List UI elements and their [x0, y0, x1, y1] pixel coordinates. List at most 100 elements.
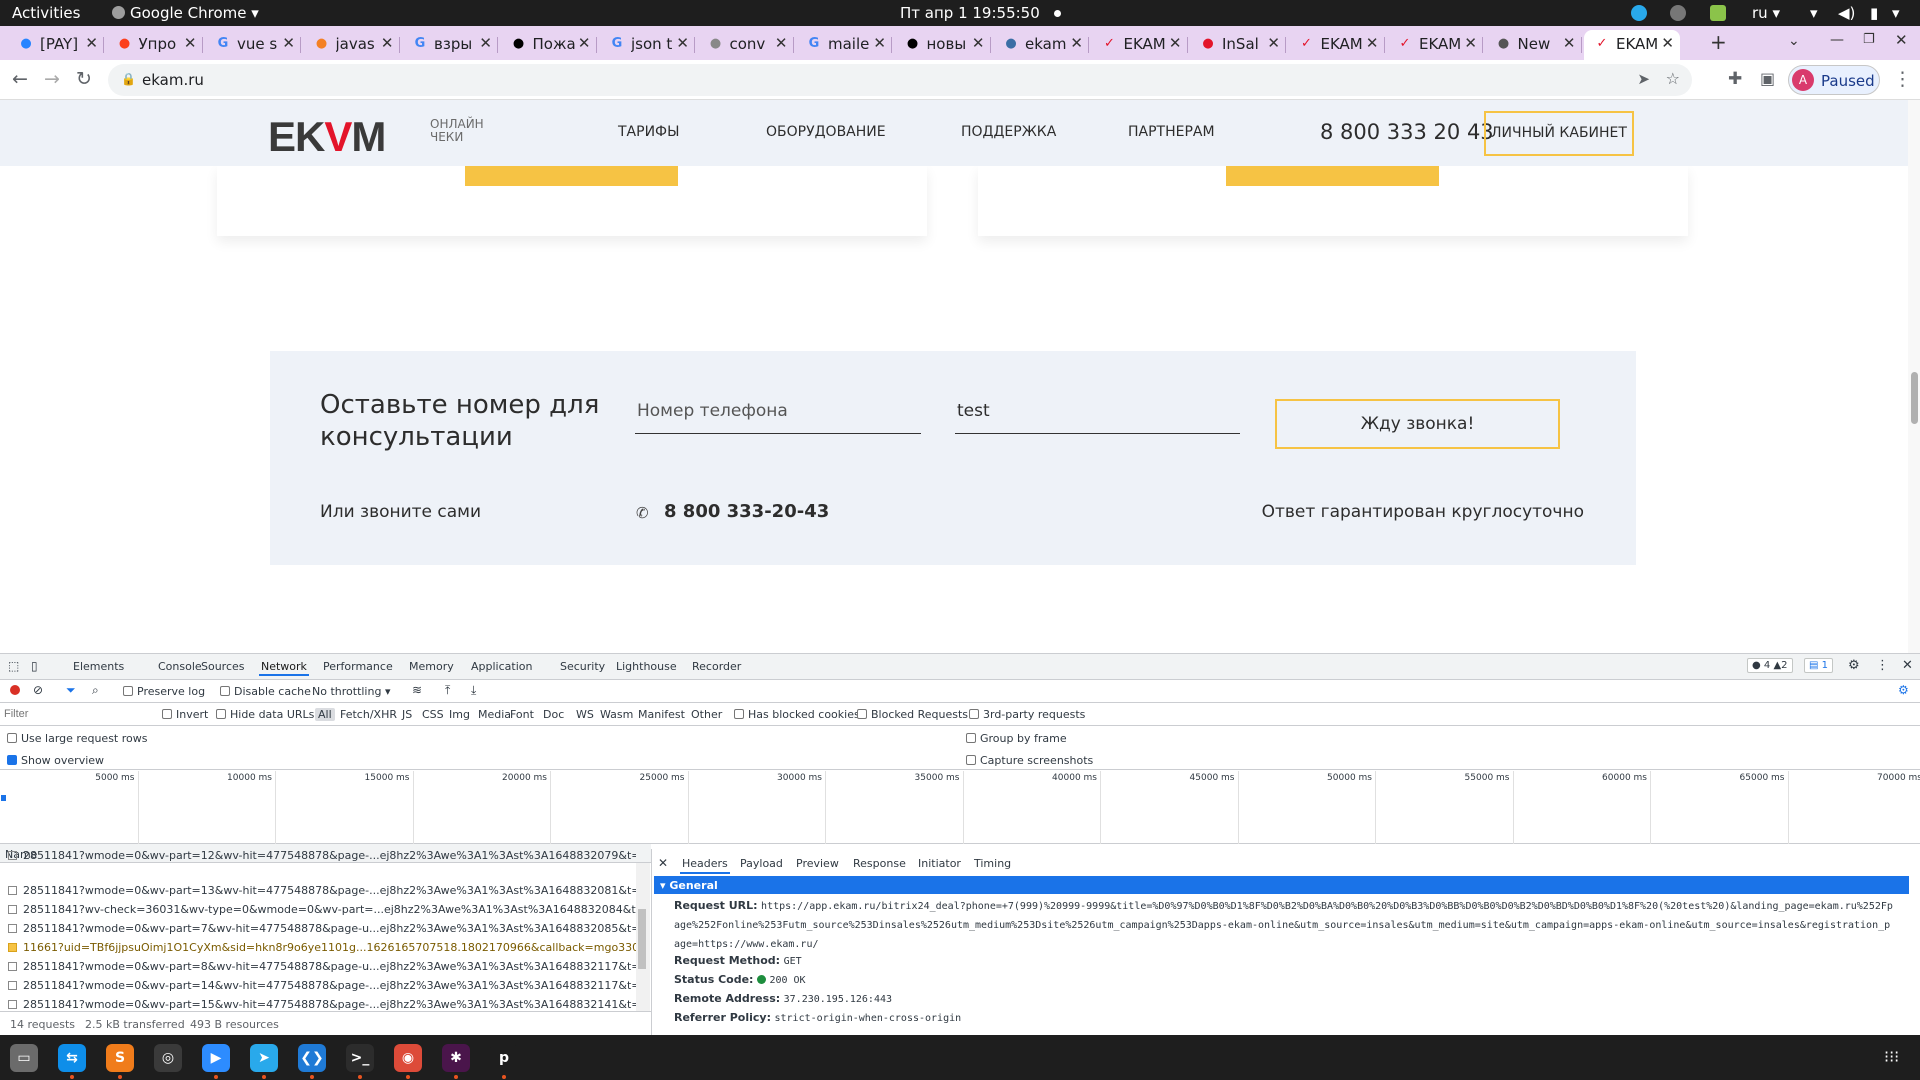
browser-tab[interactable]: Gmaile ✕: [796, 30, 892, 60]
slack-icon[interactable]: ✱: [442, 1044, 470, 1072]
devtools-tab-console[interactable]: Console: [158, 660, 202, 673]
phone-field[interactable]: Номер телефона: [635, 399, 921, 434]
filter-type-wasm[interactable]: Wasm: [600, 708, 633, 721]
network-conditions-icon[interactable]: ≋: [412, 683, 422, 697]
browser-tab[interactable]: Gjson t ✕: [599, 30, 695, 60]
request-row[interactable]: 11661?uid=TBf6jjpsuOimj1O1CyXm&sid=hkn8r…: [0, 939, 636, 958]
tab-close-icon[interactable]: ✕: [873, 34, 886, 52]
large-rows-checkbox[interactable]: Use large request rows: [7, 732, 147, 745]
personal-cabinet-button[interactable]: ЛИЧНЫЙ КАБИНЕТ: [1484, 111, 1634, 156]
name-field[interactable]: test: [955, 399, 1240, 434]
devtools-tab-application[interactable]: Application: [471, 660, 532, 673]
teamviewer-icon[interactable]: ⇆: [58, 1044, 86, 1072]
sublime-icon[interactable]: S: [106, 1044, 134, 1072]
detail-tab-timing[interactable]: Timing: [974, 857, 1011, 870]
tab-close-icon[interactable]: ✕: [282, 34, 295, 52]
browser-tab[interactable]: Gvue s ✕: [205, 30, 301, 60]
browser-tab[interactable]: ✓ EKAM ✕: [1289, 30, 1385, 60]
tab-close-icon[interactable]: ✕: [85, 34, 98, 52]
browser-tab[interactable]: ● New ✕: [1486, 30, 1582, 60]
slack-tray-icon[interactable]: [1670, 5, 1686, 21]
throttling-select[interactable]: No throttling ▾: [312, 685, 390, 698]
request-row[interactable]: 28511841?wmode=0&wv-part=8&wv-hit=477548…: [0, 958, 636, 977]
filter-type-js[interactable]: JS: [402, 708, 412, 721]
telegram-icon[interactable]: ➤: [250, 1044, 278, 1072]
request-row[interactable]: 28511841?wv-check=36031&wv-type=0&wmode=…: [0, 901, 636, 920]
tab-close-icon[interactable]: ✕: [381, 34, 394, 52]
nav-equipment[interactable]: ОБОРУДОВАНИЕ: [766, 124, 886, 140]
close-devtools-icon[interactable]: ✕: [1902, 658, 1913, 673]
obs-icon[interactable]: ◎: [154, 1044, 182, 1072]
network-overview-timeline[interactable]: 5000 ms 10000 ms 15000 ms 20000 ms 25000 ms 3…: [0, 771, 1920, 844]
browser-tab[interactable]: ✓ EKAM ✕: [1092, 30, 1188, 60]
export-har-icon[interactable]: ⤓: [471, 683, 476, 698]
nav-partners[interactable]: ПАРТНЕРАМ: [1128, 124, 1215, 140]
filter-input[interactable]: [4, 706, 150, 722]
filter-type-ws[interactable]: WS: [576, 708, 594, 721]
browser-tab[interactable]: ● InSal ✕: [1190, 30, 1286, 60]
tab-close-icon[interactable]: ✕: [1267, 34, 1280, 52]
wifi-icon[interactable]: ▾: [1810, 4, 1818, 22]
bookmark-star-icon[interactable]: ☆: [1666, 69, 1680, 88]
filter-type-img[interactable]: Img: [449, 708, 470, 721]
volume-icon[interactable]: ◀): [1838, 4, 1855, 22]
disable-cache-checkbox[interactable]: Disable cache: [220, 685, 311, 698]
header-phone[interactable]: 8 800 333 20 43: [1320, 120, 1494, 144]
record-icon[interactable]: [10, 685, 20, 695]
invert-checkbox[interactable]: Invert: [162, 708, 208, 721]
preserve-log-checkbox[interactable]: Preserve log: [123, 685, 205, 698]
restore-window-button[interactable]: ❐: [1863, 32, 1875, 47]
tab-close-icon[interactable]: ✕: [479, 34, 492, 52]
scrollbar-thumb[interactable]: [1911, 372, 1918, 424]
devtools-tab-memory[interactable]: Memory: [409, 660, 454, 673]
clock[interactable]: Пт апр 1 19:55:50: [900, 4, 1061, 22]
capture-screenshots-checkbox[interactable]: Capture screenshots: [966, 754, 1093, 767]
devtools-tab-network[interactable]: Network: [259, 660, 309, 676]
request-list-scrollbar[interactable]: [636, 863, 650, 1011]
show-apps-icon[interactable]: ⁝⁝⁝: [1884, 1047, 1899, 1066]
tab-close-icon[interactable]: ✕: [184, 34, 197, 52]
detail-tab-preview[interactable]: Preview: [796, 857, 839, 870]
postman-p-icon[interactable]: p: [490, 1044, 518, 1072]
address-bar[interactable]: 🔒 ekam.ru ➤ ☆: [108, 64, 1692, 96]
detail-tab-response[interactable]: Response: [853, 857, 906, 870]
filter-type-css[interactable]: CSS: [422, 708, 444, 721]
callback-submit-button[interactable]: Жду звонка!: [1275, 399, 1560, 449]
filter-icon[interactable]: ⏷: [66, 683, 76, 698]
network-settings-icon[interactable]: ⚙: [1898, 683, 1909, 697]
tab-close-icon[interactable]: ✕: [1070, 34, 1083, 52]
general-section-header[interactable]: ▾ General: [654, 876, 1909, 894]
new-tab-button[interactable]: +: [1710, 30, 1727, 54]
filter-type-manifest[interactable]: Manifest: [638, 708, 685, 721]
tab-close-icon[interactable]: ✕: [1464, 34, 1477, 52]
extensions-icon[interactable]: ✚: [1728, 68, 1742, 90]
chrome-menu-icon[interactable]: ⋮: [1893, 68, 1912, 90]
tariff-card-button[interactable]: [1226, 166, 1439, 186]
browser-tab[interactable]: ● Пожа ✕: [501, 30, 597, 60]
request-list-scroll-thumb[interactable]: [638, 909, 646, 969]
tab-close-icon[interactable]: ✕: [578, 34, 591, 52]
tariff-card-button[interactable]: [465, 166, 678, 186]
devtools-tab-lighthouse[interactable]: Lighthouse: [616, 660, 677, 673]
search-icon[interactable]: ⌕: [92, 683, 99, 698]
device-toolbar-icon[interactable]: ▯: [31, 659, 38, 673]
import-har-icon[interactable]: ⤒: [445, 683, 450, 698]
browser-tab[interactable]: ● conv ✕: [698, 30, 794, 60]
request-row[interactable]: 28511841?wmode=0&wv-part=14&wv-hit=47754…: [0, 977, 636, 996]
keyboard-layout[interactable]: ru ▾: [1752, 4, 1780, 22]
browser-tab[interactable]: ● javas ✕: [304, 30, 400, 60]
tab-close-icon[interactable]: ✕: [1169, 34, 1182, 52]
filter-type-font[interactable]: Font: [510, 708, 534, 721]
nav-support[interactable]: ПОДДЕРЖКА: [961, 124, 1056, 140]
reload-icon[interactable]: ↻: [76, 68, 92, 90]
tab-close-icon[interactable]: ✕: [676, 34, 689, 52]
battery-icon[interactable]: ▮: [1870, 4, 1878, 22]
send-to-devices-icon[interactable]: ➤: [1637, 70, 1650, 88]
vscode-icon[interactable]: ❮❯: [298, 1044, 326, 1072]
third-party-checkbox[interactable]: 3rd-party requests: [969, 708, 1085, 721]
app-menu[interactable]: Google Chrome ▾: [112, 4, 259, 22]
chrome-icon[interactable]: ◉: [394, 1044, 422, 1072]
blocked-requests-checkbox[interactable]: Blocked Requests: [857, 708, 968, 721]
shield-tray-icon[interactable]: [1710, 5, 1726, 21]
clear-icon[interactable]: ⊘: [33, 683, 43, 697]
